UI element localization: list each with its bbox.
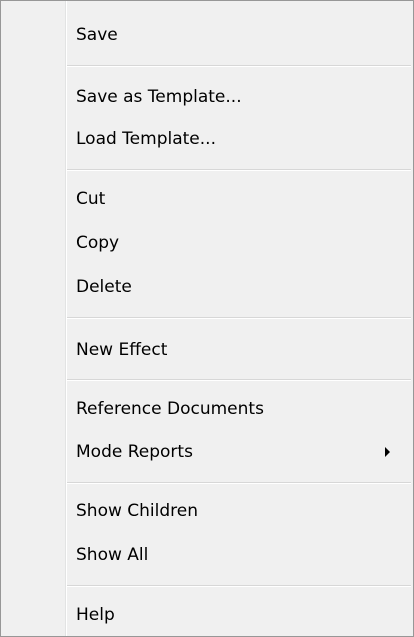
menu-item-label: Help xyxy=(76,605,115,625)
menu-item-label: Save as Template... xyxy=(76,87,242,107)
menu-item-label: Reference Documents xyxy=(76,399,264,419)
menu-item-label: Copy xyxy=(76,233,120,253)
menu-item-label: Cut xyxy=(76,189,106,209)
menu-separator xyxy=(67,482,411,484)
menu-item-new-effect[interactable]: New Effect xyxy=(3,330,411,370)
menu-item-label: Save xyxy=(76,25,118,45)
menu-separator xyxy=(67,169,411,171)
menu-item-copy[interactable]: Copy xyxy=(3,223,411,263)
context-menu: Save Save as Template... Load Template..… xyxy=(0,0,414,637)
menu-item-reference-documents[interactable]: Reference Documents xyxy=(3,389,411,429)
chevron-right-icon xyxy=(385,447,390,457)
menu-item-label: Load Template... xyxy=(76,129,216,149)
menu-item-mode-reports[interactable]: Mode Reports xyxy=(3,432,411,472)
menu-separator xyxy=(67,585,411,587)
menu-item-save[interactable]: Save xyxy=(3,15,411,55)
menu-item-load-template[interactable]: Load Template... xyxy=(3,119,411,159)
menu-item-delete[interactable]: Delete xyxy=(3,267,411,307)
menu-item-label: New Effect xyxy=(76,340,168,360)
menu-item-label: Mode Reports xyxy=(76,442,193,462)
menu-item-label: Show All xyxy=(76,545,149,565)
menu-item-cut[interactable]: Cut xyxy=(3,179,411,219)
menu-separator xyxy=(67,65,411,67)
menu-item-show-children[interactable]: Show Children xyxy=(3,491,411,531)
menu-separator xyxy=(67,379,411,381)
menu-item-label: Delete xyxy=(76,277,132,297)
menu-item-save-as-template[interactable]: Save as Template... xyxy=(3,77,411,117)
menu-item-label: Show Children xyxy=(76,501,199,521)
menu-item-show-all[interactable]: Show All xyxy=(3,535,411,575)
menu-item-help[interactable]: Help xyxy=(3,595,411,635)
menu-separator xyxy=(67,317,411,319)
